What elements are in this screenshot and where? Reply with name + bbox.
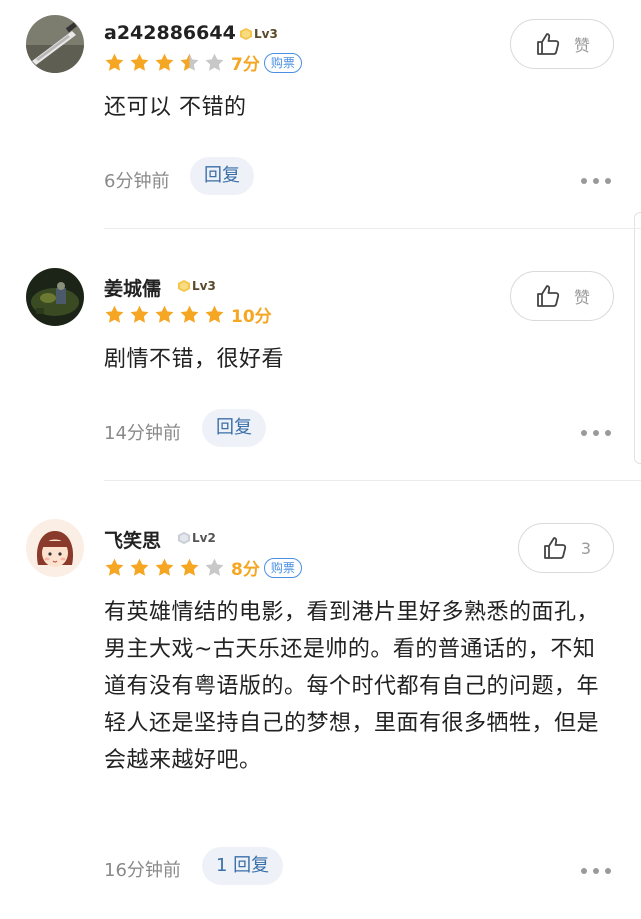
timestamp: 16分钟前 bbox=[104, 860, 181, 881]
more-options-icon[interactable] bbox=[581, 177, 611, 185]
star-filled-icon bbox=[155, 558, 174, 576]
timestamp: 6分钟前 bbox=[104, 171, 170, 192]
score: 10分 bbox=[231, 307, 272, 327]
level-badge: Lv2 bbox=[178, 529, 216, 547]
rating-stars: 10分 bbox=[104, 302, 272, 327]
ticket-badge: 购票 bbox=[263, 557, 302, 578]
thumbs-up-icon bbox=[537, 285, 560, 307]
ticket-badge: 购票 bbox=[263, 52, 302, 73]
star-empty-icon bbox=[205, 53, 224, 71]
like-button[interactable]: 赞 bbox=[510, 271, 614, 321]
like-count: 3 bbox=[580, 538, 592, 558]
like-label: 赞 bbox=[573, 36, 590, 55]
star-empty-icon bbox=[205, 558, 224, 576]
level-text: Lv3 bbox=[254, 27, 278, 41]
game-scene-avatar-icon bbox=[26, 268, 84, 326]
comment-text: 剧情不错，很好看 bbox=[104, 347, 285, 372]
username[interactable]: a242886644 bbox=[104, 22, 236, 44]
star-filled-icon bbox=[155, 305, 174, 323]
star-filled-icon bbox=[105, 305, 124, 323]
more-options-icon[interactable] bbox=[581, 429, 611, 437]
star-filled-icon bbox=[105, 53, 124, 71]
star-filled-icon bbox=[180, 558, 199, 576]
gem-icon bbox=[178, 280, 190, 292]
avatar[interactable] bbox=[26, 268, 84, 326]
star-filled-icon bbox=[155, 53, 174, 71]
score: 8分 bbox=[231, 560, 260, 580]
cartoon-girl-avatar-icon bbox=[26, 519, 84, 577]
star-filled-icon bbox=[180, 305, 199, 323]
scroll-edge bbox=[634, 212, 641, 464]
like-label: 赞 bbox=[573, 288, 590, 307]
thumbs-up-icon bbox=[537, 33, 560, 55]
avatar[interactable] bbox=[26, 15, 84, 73]
star-filled-icon bbox=[130, 558, 149, 576]
score: 7分 bbox=[231, 55, 260, 75]
star-half-icon bbox=[180, 53, 199, 71]
level-badge: Lv3 bbox=[240, 25, 278, 43]
like-button[interactable]: 3 bbox=[518, 523, 614, 573]
star-filled-icon bbox=[130, 53, 149, 71]
rating-stars: 8分 购票 bbox=[104, 555, 302, 580]
gem-icon bbox=[240, 28, 252, 40]
more-options-icon[interactable] bbox=[581, 867, 611, 875]
reply-button[interactable]: 回复 bbox=[202, 409, 266, 447]
star-filled-icon bbox=[130, 305, 149, 323]
username[interactable]: 飞笑思 bbox=[104, 526, 161, 553]
username[interactable]: 姜城儒 bbox=[104, 274, 161, 301]
level-text: Lv3 bbox=[192, 279, 216, 293]
rating-stars: 7分 购票 bbox=[104, 50, 302, 75]
comment-text: 有英雄情结的电影，看到港片里好多熟悉的面孔，男主大戏~古天乐还是帅的。看的普通话… bbox=[104, 600, 600, 773]
divider bbox=[104, 228, 641, 229]
level-text: Lv2 bbox=[192, 531, 216, 545]
timestamp: 14分钟前 bbox=[104, 423, 181, 444]
star-filled-icon bbox=[105, 558, 124, 576]
reply-button[interactable]: 回复 bbox=[190, 157, 254, 195]
avatar[interactable] bbox=[26, 519, 84, 577]
comment-text: 还可以 不错的 bbox=[104, 95, 247, 120]
divider bbox=[104, 480, 641, 481]
star-filled-icon bbox=[205, 305, 224, 323]
like-button[interactable]: 赞 bbox=[510, 19, 614, 69]
gem-icon bbox=[178, 532, 190, 544]
knife-avatar-icon bbox=[26, 15, 84, 73]
level-badge: Lv3 bbox=[178, 277, 216, 295]
reply-count-button[interactable]: 1 回复 bbox=[202, 847, 284, 885]
thumbs-up-icon bbox=[544, 537, 567, 559]
